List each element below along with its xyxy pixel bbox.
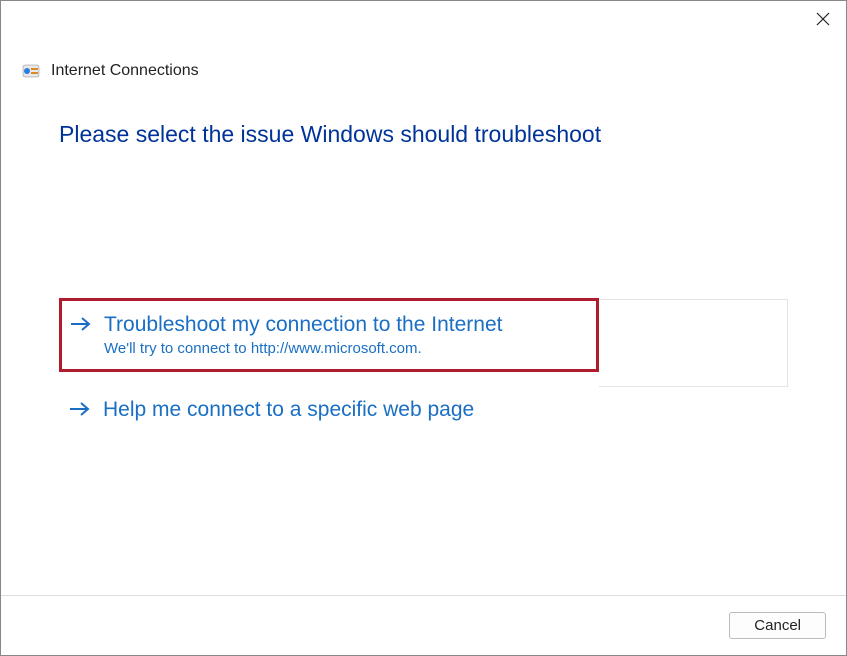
page-heading: Please select the issue Windows should t… [59, 121, 788, 148]
titlebar: Internet Connections [1, 1, 846, 81]
close-button[interactable] [816, 11, 830, 29]
option-subtitle: We'll try to connect to http://www.micro… [104, 340, 502, 357]
arrow-right-icon [70, 315, 92, 338]
window-title: Internet Connections [51, 62, 199, 80]
cancel-button[interactable]: Cancel [729, 612, 826, 639]
option-title: Troubleshoot my connection to the Intern… [104, 311, 502, 338]
option-title: Help me connect to a specific web page [103, 396, 474, 423]
footer: Cancel [1, 595, 846, 655]
close-icon [816, 10, 830, 30]
arrow-right-icon [69, 400, 91, 423]
option-extension [599, 299, 788, 387]
option-texts: Troubleshoot my connection to the Intern… [104, 311, 502, 357]
options-list: Troubleshoot my connection to the Intern… [59, 298, 788, 432]
option-troubleshoot-internet[interactable]: Troubleshoot my connection to the Intern… [59, 298, 599, 372]
troubleshooter-icon [21, 61, 41, 81]
option-specific-page[interactable]: Help me connect to a specific web page [59, 388, 788, 431]
content-area: Please select the issue Windows should t… [1, 81, 846, 432]
